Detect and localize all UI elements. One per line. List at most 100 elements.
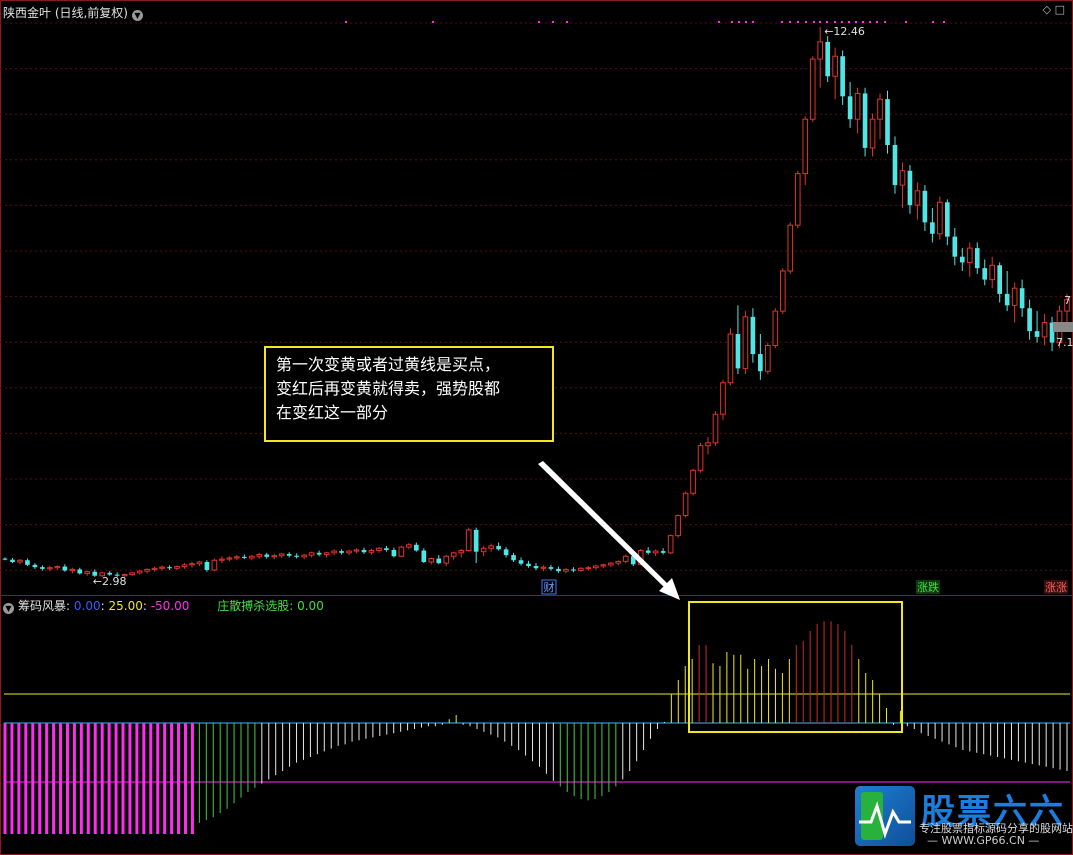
limit-up-dot	[834, 21, 836, 23]
candle	[465, 527, 472, 552]
candle-body	[17, 559, 23, 563]
stock-title: 陕西金叶 (日线,前复权)	[3, 6, 128, 20]
candle-body	[1041, 322, 1048, 338]
candle	[518, 557, 524, 566]
window-controls[interactable]: ◇ □	[1043, 3, 1065, 16]
candle-body	[899, 170, 906, 186]
candle-body	[705, 442, 711, 447]
candle	[945, 199, 950, 246]
limit-up-dot	[789, 21, 791, 23]
candle	[248, 555, 255, 561]
candle	[922, 185, 928, 231]
candle-body	[907, 170, 913, 206]
limit-up-dot	[752, 21, 754, 23]
candle	[712, 411, 719, 446]
candle-body	[376, 547, 382, 552]
candle	[593, 564, 599, 570]
candle-body	[727, 333, 734, 384]
candle	[622, 554, 629, 564]
candle-body	[682, 492, 689, 517]
candle-body	[548, 567, 554, 569]
candle-body	[353, 549, 360, 552]
candle-body	[47, 567, 53, 570]
limit-up-dot	[813, 21, 815, 23]
cai-marker: 财	[544, 580, 555, 594]
limit-up-dot	[943, 21, 945, 23]
candle-body	[308, 552, 315, 556]
candle-body	[465, 529, 472, 552]
candle	[787, 222, 794, 274]
limit-up-dot	[731, 21, 733, 23]
chevron-down-icon[interactable]: ▼	[132, 10, 143, 21]
candle	[167, 565, 172, 570]
candle-body	[578, 567, 584, 572]
limit-up-dot	[876, 21, 878, 23]
right-price-bottom: 7.1	[1056, 336, 1073, 349]
candle-body	[802, 118, 809, 175]
candle-body	[458, 550, 465, 554]
candle	[750, 308, 756, 363]
annotation-line-1: 第一次变黄或者过黄线是买点，	[276, 355, 501, 374]
indicator-name: 筹码风暴	[18, 599, 67, 613]
low-price-label: ←2.98	[93, 575, 127, 588]
annotation-line-2: 变红后再变黄就得卖，强势股都	[276, 379, 501, 398]
candle	[1041, 313, 1048, 346]
candle-body	[211, 559, 218, 571]
candle	[443, 555, 450, 566]
candle	[966, 242, 973, 277]
candle-body	[1019, 288, 1025, 309]
candle	[181, 563, 188, 569]
candle-body	[151, 567, 158, 570]
candle-body	[361, 549, 367, 553]
candle	[571, 567, 576, 573]
candle-body	[593, 565, 599, 569]
candle-body	[563, 568, 569, 572]
indicator-v4: 0.00	[297, 599, 324, 613]
logo-icon	[855, 786, 915, 846]
candle	[697, 442, 704, 473]
candle	[615, 560, 622, 566]
candle	[817, 27, 824, 88]
candle-body	[585, 567, 592, 570]
limit-up-dot	[932, 21, 934, 23]
candle-body	[930, 222, 935, 234]
highlight-box	[688, 601, 903, 733]
candle	[414, 542, 419, 552]
indicator-header: ▼ 筹码风暴: 0.00: 25.00: -50.00 庄散搏杀选股: 0.00	[3, 597, 324, 614]
candle	[473, 527, 479, 564]
candle	[907, 165, 913, 214]
candle	[1011, 282, 1018, 323]
candle	[323, 551, 330, 558]
candle-body	[384, 548, 389, 550]
candle-body	[301, 554, 307, 558]
candle-body	[159, 566, 165, 569]
candle	[511, 552, 516, 562]
limit-up-dot	[552, 21, 554, 23]
candle	[264, 552, 270, 559]
candle	[600, 563, 607, 569]
candle-body	[869, 118, 876, 149]
candle-body	[712, 413, 719, 444]
candle	[705, 437, 711, 455]
candle-body	[825, 41, 830, 77]
candle	[854, 87, 861, 134]
candle-body	[959, 256, 965, 263]
candle	[832, 47, 838, 100]
candle-body	[69, 568, 76, 572]
candle	[989, 256, 996, 289]
candle	[189, 561, 195, 568]
candle	[234, 555, 240, 561]
candle-body	[600, 564, 607, 567]
chevron-down-icon[interactable]: ▼	[3, 603, 14, 614]
candle-body	[271, 555, 278, 558]
candle-body	[398, 546, 405, 557]
indicator-label2: 庄散搏杀选股:	[217, 599, 294, 613]
candle	[450, 551, 457, 560]
limit-up-dot	[797, 21, 799, 23]
candle-body	[660, 551, 666, 553]
candle-body	[488, 545, 494, 549]
candle	[548, 564, 554, 571]
candle-body	[817, 41, 824, 60]
candle-body	[189, 563, 195, 566]
candle	[578, 567, 584, 572]
